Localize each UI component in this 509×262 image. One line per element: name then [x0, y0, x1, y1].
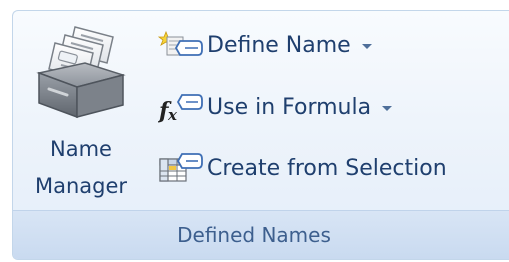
use-in-formula-label: Use in Formula [207, 94, 372, 120]
chevron-down-icon[interactable] [361, 43, 372, 49]
use-in-formula-button[interactable]: f x Use in Formula [158, 87, 393, 127]
define-name-button[interactable]: Define Name [158, 25, 372, 65]
card-file-box-icon [36, 26, 126, 119]
name-manager-label: Name Manager [27, 131, 135, 205]
group-title-bar: Defined Names [13, 210, 509, 259]
name-manager-label-line1: Name [50, 137, 112, 161]
group-title: Defined Names [177, 223, 331, 247]
chevron-down-icon[interactable] [382, 105, 393, 111]
name-manager-label-line2: Manager [34, 174, 128, 198]
svg-text:x: x [167, 106, 178, 124]
create-from-selection-button[interactable]: Create from Selection [158, 148, 447, 188]
name-manager-button[interactable]: Name Manager [27, 15, 135, 211]
fx-tag-icon: f x [158, 94, 203, 124]
create-from-selection-label: Create from Selection [207, 155, 447, 181]
tag-star-icon [158, 30, 203, 56]
defined-names-group: Name Manager Define Name f x Use in Form… [12, 10, 509, 260]
define-name-label: Define Name [207, 32, 351, 58]
table-tag-icon [159, 153, 203, 182]
